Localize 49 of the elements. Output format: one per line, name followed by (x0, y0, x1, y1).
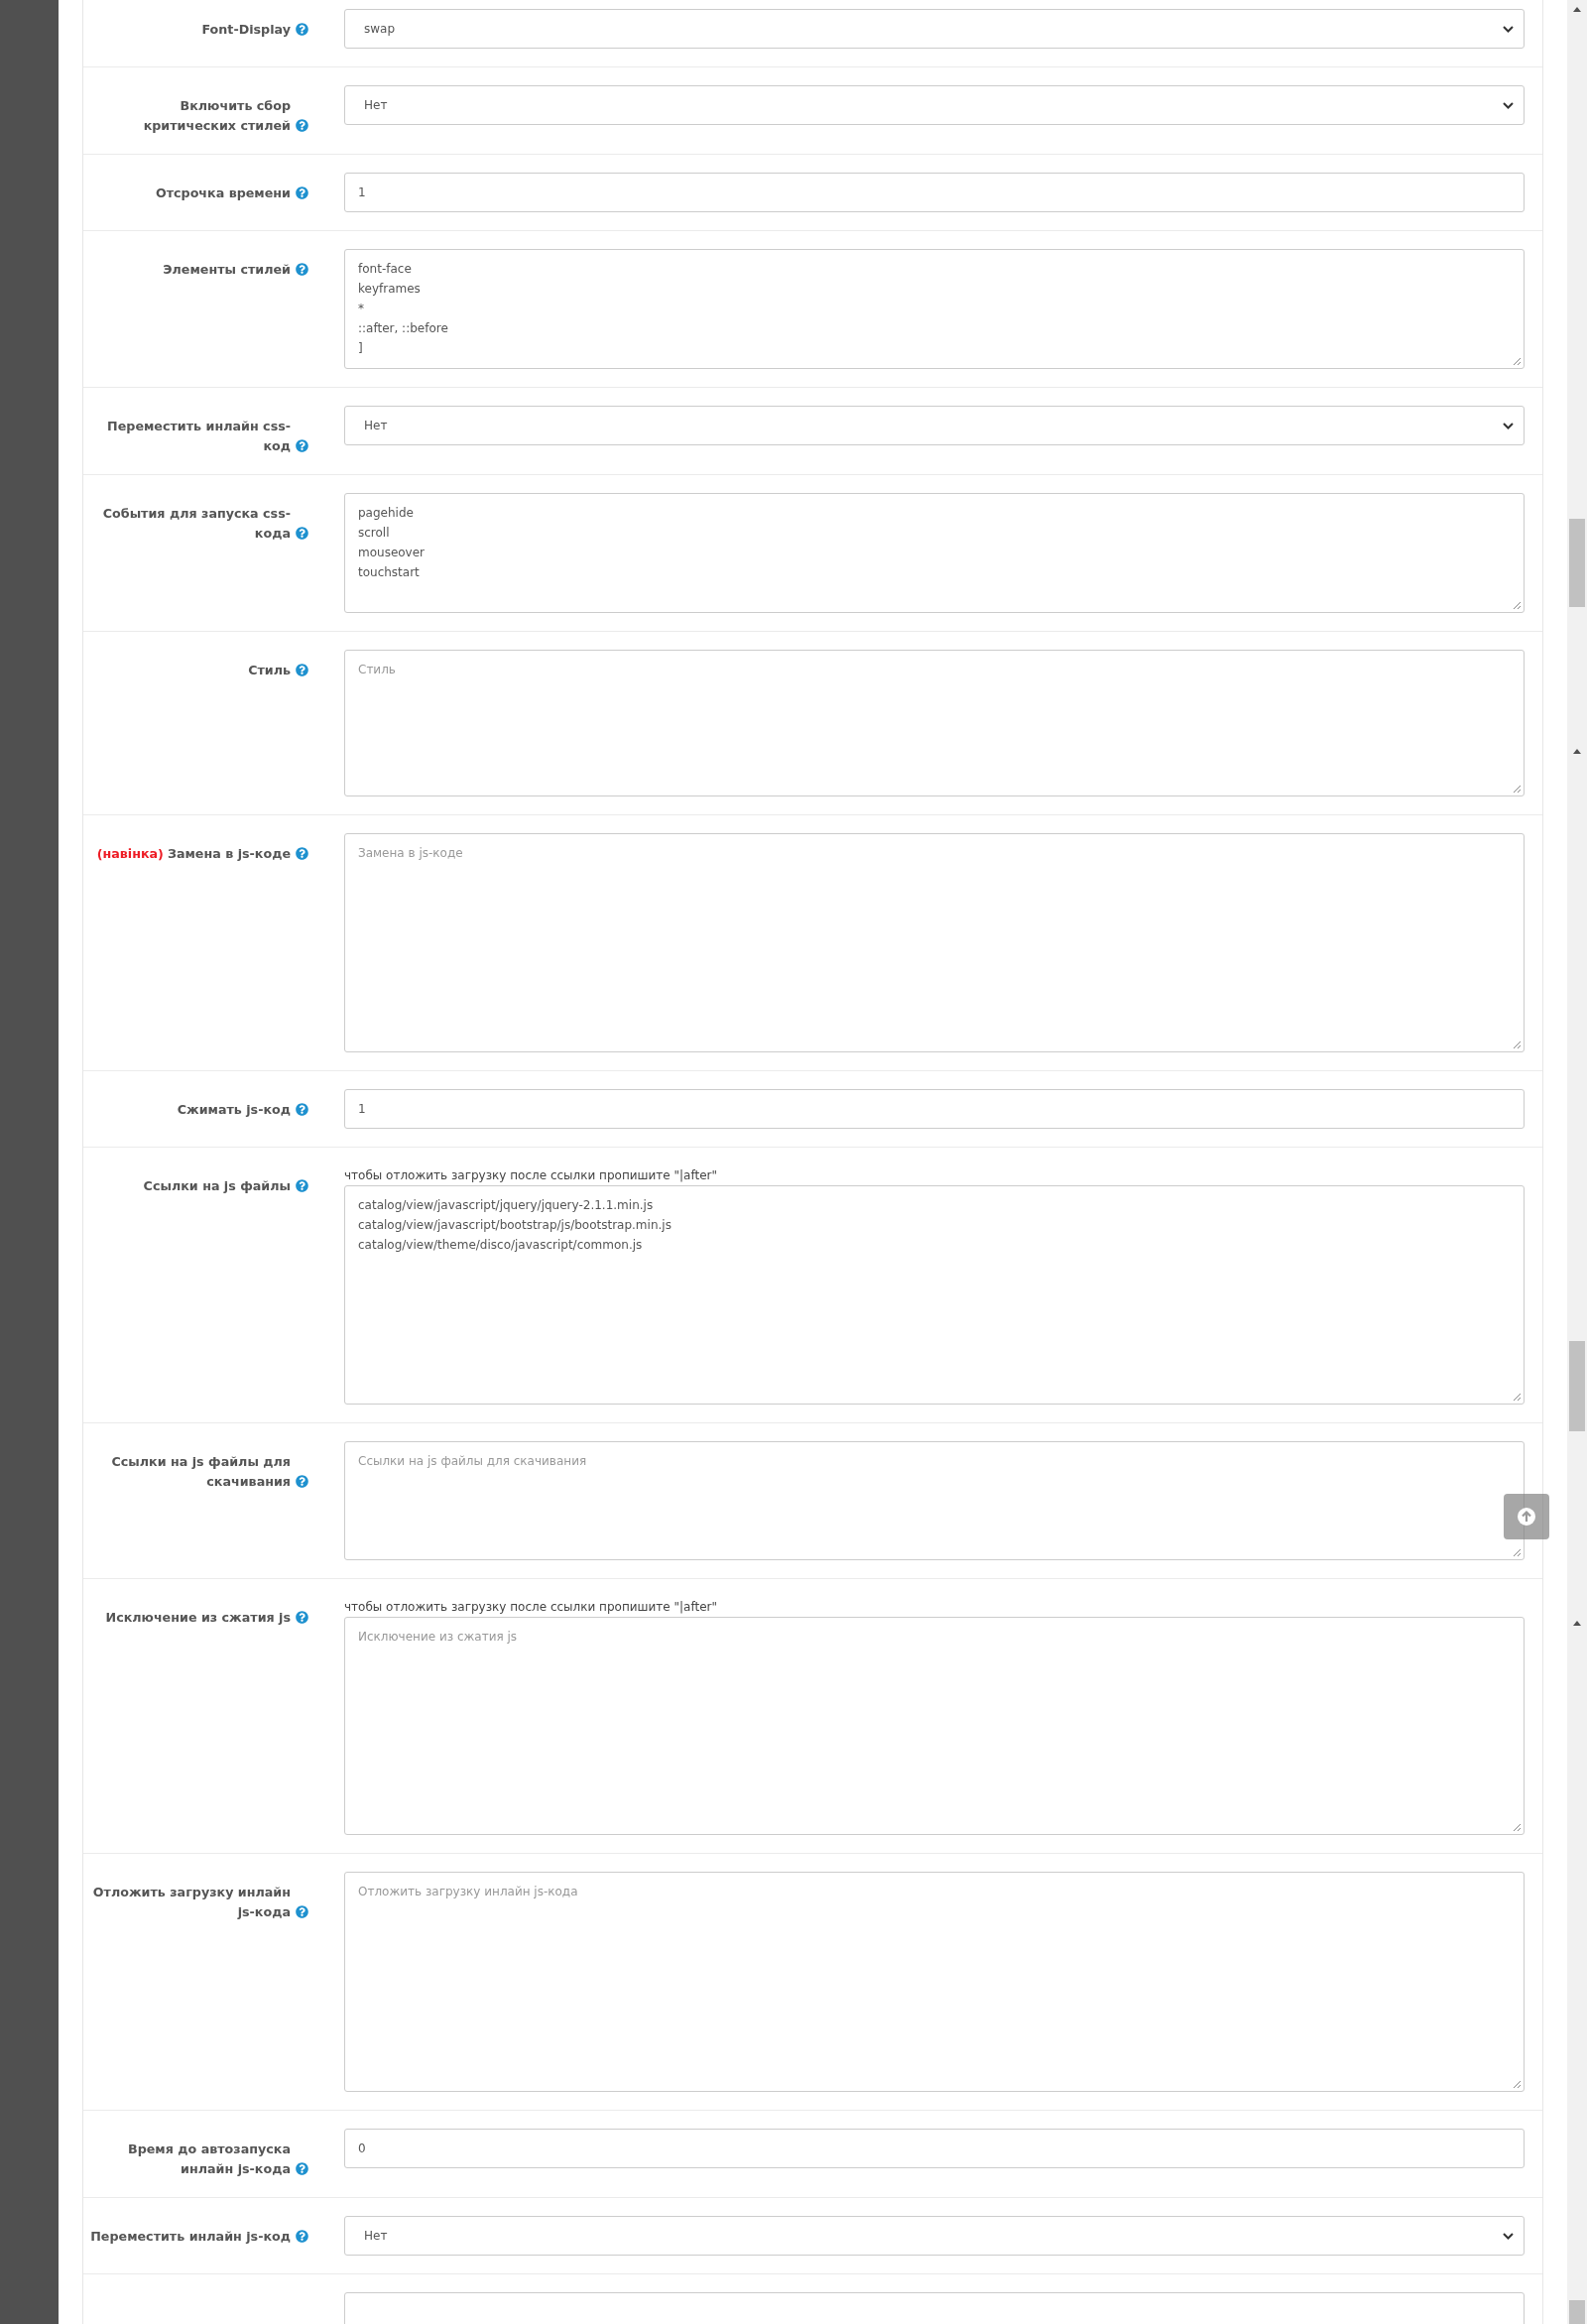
scroll-up-arrow-icon[interactable] (1573, 749, 1581, 754)
scrollbar-thumb[interactable] (1569, 2300, 1585, 2324)
field-label: Время до автозапуска инлайн js-кода (128, 2141, 291, 2176)
scroll-up-arrow-icon[interactable] (1573, 7, 1581, 12)
chevron-down-icon (1503, 25, 1514, 33)
scroll-to-top-button[interactable] (1504, 1494, 1549, 1539)
field-label: Включить сбор критических стилей (143, 98, 291, 133)
resize-grip-icon[interactable] (1513, 1393, 1522, 1402)
resize-grip-icon[interactable] (1513, 1548, 1522, 1557)
field-label: Font-Display (201, 22, 291, 37)
select-field[interactable]: swap (344, 9, 1525, 49)
field-label: Отложить загрузку инлайн js-кода (92, 1885, 291, 1919)
field-label: Сжимать js-код (177, 1102, 291, 1117)
input-field[interactable] (344, 2292, 1525, 2324)
chevron-down-icon (1503, 422, 1514, 429)
textarea-field[interactable]: pagehide scroll mouseover touchstart (344, 493, 1525, 613)
input-field[interactable]: 1 (344, 1089, 1525, 1129)
field-label: Переместить инлайн css-код (107, 419, 291, 453)
hint-text: чтобы отложить загрузку после ссылки пропишите "|after" (344, 1167, 717, 1184)
field-label: Исключение из сжатия js (105, 1610, 291, 1625)
resize-grip-icon[interactable] (1513, 357, 1522, 366)
field-label: Замена в js-коде (167, 846, 291, 861)
select-field[interactable]: Нет (344, 406, 1525, 445)
resize-grip-icon[interactable] (1513, 2080, 1522, 2089)
field-label: Переместить инлайн js-код (90, 2229, 291, 2244)
resize-grip-icon[interactable] (1513, 1040, 1522, 1049)
field-label: Отсрочка времени (155, 185, 291, 200)
textarea-field[interactable]: catalog/view/javascript/jquery/jquery-2.1.1.min.js catalog/view/javascript/bootstrap/js/bootstrap.min.js catalog/view/theme/disco/javascript/common.js (344, 1185, 1525, 1405)
field-label: Элементы стилей (163, 262, 291, 277)
chevron-down-icon (1503, 2232, 1514, 2240)
input-field[interactable]: 0 (344, 2129, 1525, 2168)
arrow-up-circle-icon (1518, 1508, 1535, 1526)
field-label: Ссылки на js файлы (143, 1178, 291, 1193)
new-prefix-text: (навінка) (96, 846, 164, 861)
field-label: События для запуска css-кода (102, 506, 291, 541)
field-label: Стиль (248, 663, 291, 677)
input-field[interactable]: 1 (344, 173, 1525, 212)
resize-grip-icon[interactable] (1513, 1823, 1522, 1832)
chevron-down-icon (1503, 101, 1514, 109)
resize-grip-icon[interactable] (1513, 601, 1522, 610)
scrollbar-thumb[interactable] (1569, 1341, 1585, 1431)
scrollbar-thumb[interactable] (1569, 519, 1585, 607)
select-field[interactable]: Нет (344, 85, 1525, 125)
field-label: Ссылки на js файлы для скачивания (111, 1454, 291, 1489)
select-field[interactable]: Нет (344, 2216, 1525, 2256)
textarea-field[interactable]: font-face keyframes * ::after, ::before ] (344, 249, 1525, 369)
resize-grip-icon[interactable] (1513, 785, 1522, 794)
scroll-up-arrow-icon[interactable] (1573, 1621, 1581, 1626)
hint-text: чтобы отложить загрузку после ссылки пропишите "|after" (344, 1599, 717, 1616)
